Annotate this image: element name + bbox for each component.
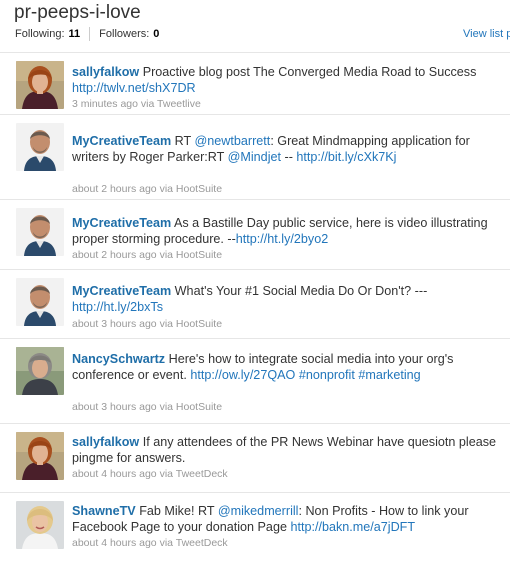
tweet-source[interactable]: via Tweetlive xyxy=(141,98,201,110)
following-label[interactable]: Following: xyxy=(15,28,65,40)
tweet-time[interactable]: about 4 hours ago xyxy=(72,537,157,549)
tweet-mention[interactable]: @Mindjet xyxy=(228,150,281,164)
tweet-text: Fab Mike! RT xyxy=(139,504,218,518)
user-avatar-icon xyxy=(16,432,64,480)
tweet-source[interactable]: via TweetDeck xyxy=(160,468,228,480)
tweet-time[interactable]: about 2 hours ago xyxy=(72,183,157,195)
tweet-meta: about 2 hours ago via HootSuite xyxy=(72,249,222,261)
avatar[interactable] xyxy=(16,123,64,171)
tweet-username[interactable]: ShawneTV xyxy=(72,504,136,518)
tweet-meta: about 3 hours ago via HootSuite xyxy=(72,318,222,330)
tweet-body: MyCreativeTeam As a Bastille Day public … xyxy=(72,215,506,247)
tweet-link[interactable]: http://ow.ly/27QAO xyxy=(190,368,295,382)
tweet-username[interactable]: MyCreativeTeam xyxy=(72,134,171,148)
tweet-item: MyCreativeTeam What's Your #1 Social Med… xyxy=(0,269,510,338)
view-list-link[interactable]: View list p xyxy=(463,28,510,40)
avatar[interactable] xyxy=(16,61,64,109)
avatar[interactable] xyxy=(16,501,64,549)
user-avatar-icon xyxy=(16,123,64,171)
tweet-meta: about 4 hours ago via TweetDeck xyxy=(72,468,228,480)
tweet-text: Proactive blog post The Converged Media … xyxy=(142,65,477,79)
tweet-link[interactable]: http://twlv.net/shX7DR xyxy=(72,81,196,95)
tweet-username[interactable]: NancySchwartz xyxy=(72,352,165,366)
user-avatar-icon xyxy=(16,501,64,549)
stats-divider xyxy=(89,27,91,41)
followers-count[interactable]: 0 xyxy=(153,28,159,40)
tweet-link[interactable]: http://bit.ly/cXk7Kj xyxy=(296,150,396,164)
avatar[interactable] xyxy=(16,347,64,395)
user-avatar-icon xyxy=(16,347,64,395)
tweet-source[interactable]: via HootSuite xyxy=(160,401,222,413)
tweet-body: sallyfalkow Proactive blog post The Conv… xyxy=(72,64,506,96)
tweet-body: sallyfalkow If any attendees of the PR N… xyxy=(72,434,506,466)
list-title: pr-peeps-i-love xyxy=(14,2,141,23)
tweet-item: MyCreativeTeam RT @newtbarrett: Great Mi… xyxy=(0,114,510,199)
tweet-body: MyCreativeTeam What's Your #1 Social Med… xyxy=(72,283,506,315)
tweet-source[interactable]: via HootSuite xyxy=(160,249,222,261)
user-avatar-icon xyxy=(16,61,64,109)
tweet-mention[interactable]: @newtbarrett xyxy=(195,134,271,148)
tweet-time[interactable]: 3 minutes ago xyxy=(72,98,138,110)
tweet-item: ShawneTV Fab Mike! RT @mikedmerrill: Non… xyxy=(0,492,510,562)
tweet-body: MyCreativeTeam RT @newtbarrett: Great Mi… xyxy=(72,133,506,165)
tweet-meta: about 4 hours ago via TweetDeck xyxy=(72,537,228,549)
avatar[interactable] xyxy=(16,278,64,326)
tweet-mention[interactable]: @mikedmerrill xyxy=(218,504,299,518)
avatar[interactable] xyxy=(16,208,64,256)
tweet-meta: about 3 hours ago via HootSuite xyxy=(72,401,222,413)
tweet-item: sallyfalkow If any attendees of the PR N… xyxy=(0,423,510,492)
tweet-username[interactable]: MyCreativeTeam xyxy=(72,284,171,298)
tweet-time[interactable]: about 4 hours ago xyxy=(72,468,157,480)
tweet-hashtag[interactable]: #nonprofit xyxy=(299,368,355,382)
tweet-username[interactable]: sallyfalkow xyxy=(72,435,139,449)
user-avatar-icon xyxy=(16,278,64,326)
tweet-link[interactable]: http://bakn.me/a7jDFT xyxy=(290,520,415,534)
tweet-item: MyCreativeTeam As a Bastille Day public … xyxy=(0,199,510,269)
tweet-username[interactable]: sallyfalkow xyxy=(72,65,139,79)
tweet-source[interactable]: via TweetDeck xyxy=(160,537,228,549)
tweet-username[interactable]: MyCreativeTeam xyxy=(72,216,171,230)
user-avatar-icon xyxy=(16,208,64,256)
tweet-item: sallyfalkow Proactive blog post The Conv… xyxy=(0,52,510,114)
tweet-time[interactable]: about 2 hours ago xyxy=(72,249,157,261)
tweet-hashtag[interactable]: #marketing xyxy=(358,368,420,382)
tweet-body: NancySchwartz Here's how to integrate so… xyxy=(72,351,506,383)
tweet-item: NancySchwartz Here's how to integrate so… xyxy=(0,338,510,423)
list-stats: Following: 11 Followers: 0 xyxy=(15,27,159,41)
tweet-source[interactable]: via HootSuite xyxy=(160,183,222,195)
avatar[interactable] xyxy=(16,432,64,480)
tweet-time[interactable]: about 3 hours ago xyxy=(72,401,157,413)
tweet-link[interactable]: http://ht.ly/2byo2 xyxy=(236,232,328,246)
followers-label[interactable]: Followers: xyxy=(99,28,149,40)
tweet-text: -- xyxy=(281,150,293,164)
tweet-meta: about 2 hours ago via HootSuite xyxy=(72,183,222,195)
tweet-text: What's Your #1 Social Media Do Or Don't?… xyxy=(174,284,428,298)
tweet-text: RT xyxy=(174,134,195,148)
tweet-meta: 3 minutes ago via Tweetlive xyxy=(72,98,201,110)
tweet-link[interactable]: http://ht.ly/2bxTs xyxy=(72,300,163,314)
tweet-list: sallyfalkow Proactive blog post The Conv… xyxy=(0,52,510,562)
tweet-time[interactable]: about 3 hours ago xyxy=(72,318,157,330)
following-count[interactable]: 11 xyxy=(69,28,81,40)
tweet-body: ShawneTV Fab Mike! RT @mikedmerrill: Non… xyxy=(72,503,506,535)
tweet-source[interactable]: via HootSuite xyxy=(160,318,222,330)
